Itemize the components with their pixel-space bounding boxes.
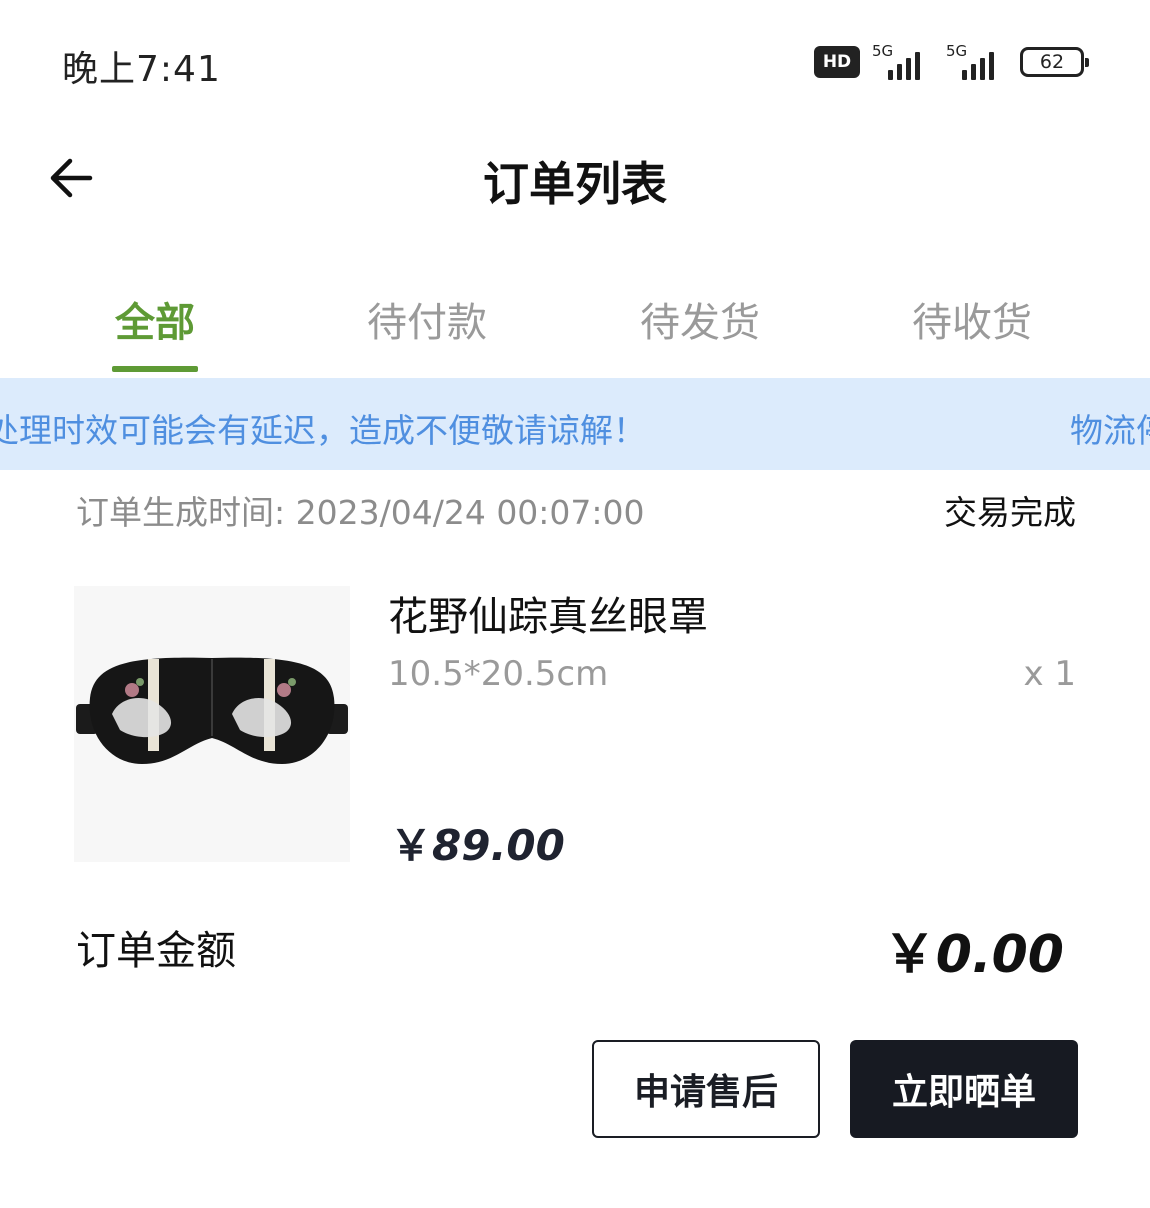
- order-created-value: 2023/04/24 00:07:00: [295, 493, 645, 532]
- order-created-time: 订单生成时间: 2023/04/24 00:07:00: [76, 486, 645, 534]
- hd-icon: HD: [814, 46, 860, 78]
- header: 订单列表: [0, 120, 1150, 240]
- after-sale-button[interactable]: 申请售后: [592, 1040, 820, 1138]
- product-spec: 10.5*20.5cm: [388, 654, 609, 694]
- page-title: 订单列表: [483, 157, 667, 211]
- status-icons: HD 5G 5G 62: [814, 42, 1089, 82]
- product-price: ￥89.00: [390, 812, 565, 873]
- order-created-label: 订单生成时间:: [76, 493, 286, 532]
- tab-pending-payment[interactable]: 待付款: [337, 290, 517, 348]
- tab-pending-receipt[interactable]: 待收货: [882, 290, 1062, 348]
- signal-icon: 5G: [946, 42, 1008, 80]
- order-total-value: ￥0.00: [884, 912, 1064, 987]
- price-value: 89.00: [432, 821, 565, 870]
- total-amount: 0.00: [935, 925, 1064, 985]
- battery-icon: 62: [1020, 47, 1089, 77]
- currency-symbol: ￥: [883, 925, 936, 985]
- status-bar: 晚上7:41 HD 5G 5G 62: [0, 0, 1150, 120]
- eye-mask-image: [74, 586, 350, 862]
- product-quantity: x 1: [1023, 654, 1076, 694]
- currency-symbol: ￥: [390, 821, 433, 870]
- notice-text-continuation: 物流停: [1070, 411, 1150, 450]
- share-order-button[interactable]: 立即晒单: [850, 1040, 1078, 1138]
- battery-level: 62: [1039, 51, 1065, 73]
- notice-text: 处理时效可能会有延迟，造成不便敬请谅解！: [0, 411, 646, 450]
- order-tabs: 全部 待付款 待发货 待收货: [0, 270, 1150, 378]
- product-image[interactable]: [74, 586, 350, 862]
- signal-icon: 5G: [872, 42, 934, 80]
- product-name[interactable]: 花野仙踪真丝眼罩: [388, 584, 708, 642]
- active-tab-indicator: [112, 366, 198, 372]
- notice-banner: 处理时效可能会有延迟，造成不便敬请谅解！ 物流停: [0, 378, 1150, 470]
- order-status: 交易完成: [944, 493, 1076, 532]
- tab-all[interactable]: 全部: [65, 290, 245, 348]
- order-total-label: 订单金额: [76, 928, 236, 974]
- status-time: 晚上7:41: [62, 49, 221, 90]
- tab-pending-shipment[interactable]: 待发货: [610, 290, 790, 348]
